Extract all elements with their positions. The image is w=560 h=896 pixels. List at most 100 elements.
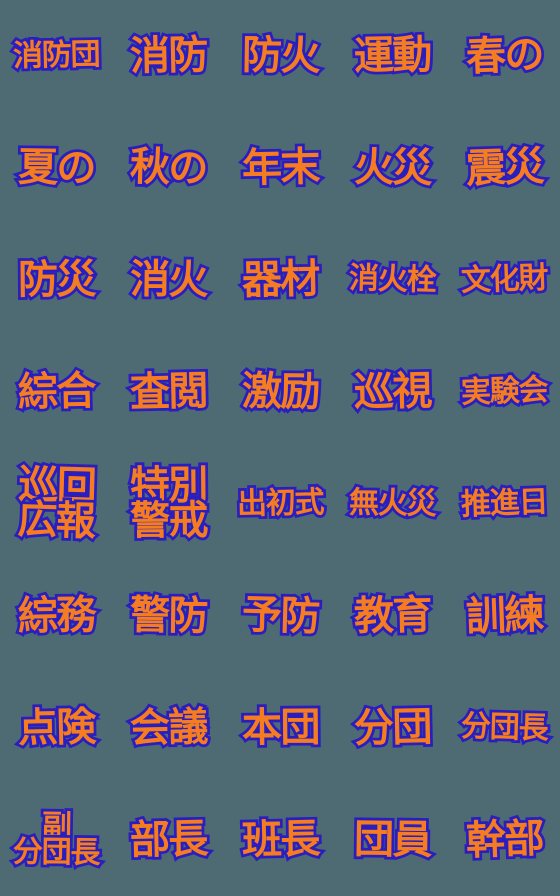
sticker-cell[interactable]: 本団	[224, 672, 336, 784]
sticker-cell[interactable]: 激励	[224, 336, 336, 448]
sticker-yobou[interactable]: 予防	[238, 589, 322, 643]
sticker-soumu[interactable]: 綜務	[14, 589, 97, 642]
sticker-danin[interactable]: 団員	[351, 813, 434, 866]
sticker-cell[interactable]: 震災	[448, 112, 560, 224]
sticker-cell[interactable]: 団員	[336, 784, 448, 896]
sticker-line: 会議	[126, 701, 209, 754]
sticker-cell[interactable]: 消防団	[0, 0, 112, 112]
sticker-cell[interactable]: 分団長	[448, 672, 560, 784]
sticker-bouka[interactable]: 防火	[239, 29, 322, 82]
sticker-line: 幹部	[462, 813, 546, 867]
sticker-shoubou[interactable]: 消防	[126, 29, 209, 82]
sticker-line: 消防団	[10, 35, 103, 77]
sticker-kanbu[interactable]: 幹部	[462, 813, 546, 867]
sticker-line: 秋の	[126, 141, 210, 195]
sticker-cell[interactable]: 副分団長	[0, 784, 112, 896]
sticker-buchou[interactable]: 部長	[126, 813, 209, 866]
sticker-line: 広報	[14, 494, 98, 548]
sticker-line: 運動	[350, 29, 433, 82]
sticker-bousai[interactable]: 防災	[15, 254, 98, 306]
sticker-cell[interactable]: 部長	[112, 784, 224, 896]
sticker-shinsai[interactable]: 震災	[462, 141, 546, 195]
sticker-cell[interactable]: 器材	[224, 224, 336, 336]
sticker-undou[interactable]: 運動	[350, 29, 433, 82]
sticker-line: 綜合	[14, 365, 97, 418]
sticker-haru-no[interactable]: 春の	[462, 29, 546, 83]
sticker-cell[interactable]: 推進日	[448, 448, 560, 560]
sticker-cell[interactable]: 消火	[112, 224, 224, 336]
sticker-kyouiku[interactable]: 教育	[350, 589, 433, 642]
sticker-hanchou[interactable]: 班長	[238, 813, 321, 866]
sticker-cell[interactable]: 文化財	[448, 224, 560, 336]
sticker-jikkenkai[interactable]: 実験会	[457, 370, 550, 413]
sticker-cell[interactable]: 教育	[336, 560, 448, 672]
sticker-bunkazai[interactable]: 文化財	[457, 258, 550, 301]
sticker-cell[interactable]: 消防	[112, 0, 224, 112]
sticker-fuku-bundanchou[interactable]: 副分団長	[10, 806, 102, 873]
sticker-cell[interactable]: 消火栓	[336, 224, 448, 336]
sticker-cell[interactable]: 予防	[224, 560, 336, 672]
sticker-cell[interactable]: 運動	[336, 0, 448, 112]
sticker-junkai-kouhou[interactable]: 巡回 広報	[14, 459, 99, 548]
sticker-kunren[interactable]: 訓練	[462, 589, 546, 643]
sticker-line: 推進日	[457, 482, 550, 525]
sticker-kasai[interactable]: 火災	[351, 141, 434, 194]
sticker-line: 消火	[127, 253, 210, 306]
sticker-cell[interactable]: 特別 警戒	[112, 448, 224, 560]
sticker-sougou[interactable]: 綜合	[14, 365, 97, 418]
sticker-cell[interactable]: 巡回 広報	[0, 448, 112, 560]
sticker-gekirei[interactable]: 激励	[239, 365, 322, 418]
sticker-cell[interactable]: 査閲	[112, 336, 224, 448]
sticker-dezomeshiki[interactable]: 出初式	[234, 483, 327, 525]
sticker-cell[interactable]: 綜務	[0, 560, 112, 672]
sticker-line: 文化財	[457, 258, 550, 301]
sticker-aki-no[interactable]: 秋の	[126, 141, 210, 195]
sticker-bundanchou[interactable]: 分団長	[458, 706, 551, 749]
sticker-cell[interactable]: 出初式	[224, 448, 336, 560]
sticker-nenmatsu[interactable]: 年末	[238, 141, 321, 194]
sticker-cell[interactable]: 春の	[448, 0, 560, 112]
sticker-cell[interactable]: 訓練	[448, 560, 560, 672]
sticker-cell[interactable]: 火災	[336, 112, 448, 224]
sticker-shouka[interactable]: 消火	[127, 253, 210, 306]
sticker-line: 点険	[14, 701, 97, 754]
sticker-tenken[interactable]: 点険	[14, 701, 97, 754]
sticker-cell[interactable]: 巡視	[336, 336, 448, 448]
sticker-line: 分団	[350, 701, 433, 754]
sticker-cell[interactable]: 幹部	[448, 784, 560, 896]
sticker-cell[interactable]: 会議	[112, 672, 224, 784]
sticker-line: 防災	[15, 254, 98, 306]
sticker-cell[interactable]: 防火	[224, 0, 336, 112]
sticker-line: 消防	[126, 29, 209, 82]
sticker-shoukasen[interactable]: 消火栓	[346, 258, 439, 301]
sticker-line: 部長	[126, 813, 209, 866]
sticker-cell[interactable]: 分団	[336, 672, 448, 784]
sticker-cell[interactable]: 綜合	[0, 336, 112, 448]
sticker-kizai[interactable]: 器材	[238, 253, 321, 306]
sticker-cell[interactable]: 夏の	[0, 112, 112, 224]
sticker-cell[interactable]: 実験会	[448, 336, 560, 448]
sticker-tokubetsu-keikai[interactable]: 特別 警戒	[126, 460, 210, 547]
sticker-keibou[interactable]: 警防	[127, 589, 210, 642]
sticker-sanen[interactable]: 査閲	[126, 365, 209, 418]
sticker-suishinbi[interactable]: 推進日	[457, 482, 550, 525]
sticker-cell[interactable]: 点険	[0, 672, 112, 784]
sticker-natsu-no[interactable]: 夏の	[15, 141, 98, 194]
sticker-cell[interactable]: 班長	[224, 784, 336, 896]
sticker-hondan[interactable]: 本団	[239, 702, 322, 754]
sticker-line: 激励	[239, 365, 322, 418]
sticker-line: 火災	[351, 141, 434, 194]
sticker-line: 無火災	[346, 483, 438, 525]
sticker-kaigi[interactable]: 会議	[126, 701, 209, 754]
sticker-bundan[interactable]: 分団	[350, 701, 433, 754]
sticker-line: 警戒	[127, 495, 210, 547]
sticker-cell[interactable]: 秋の	[112, 112, 224, 224]
sticker-line: 団員	[351, 813, 434, 866]
sticker-cell[interactable]: 警防	[112, 560, 224, 672]
sticker-cell[interactable]: 防災	[0, 224, 112, 336]
sticker-cell[interactable]: 年末	[224, 112, 336, 224]
sticker-cell[interactable]: 無火災	[336, 448, 448, 560]
sticker-shoubou-dan[interactable]: 消防団	[10, 35, 103, 77]
sticker-junshi[interactable]: 巡視	[350, 365, 433, 418]
sticker-mukasai[interactable]: 無火災	[346, 483, 438, 525]
